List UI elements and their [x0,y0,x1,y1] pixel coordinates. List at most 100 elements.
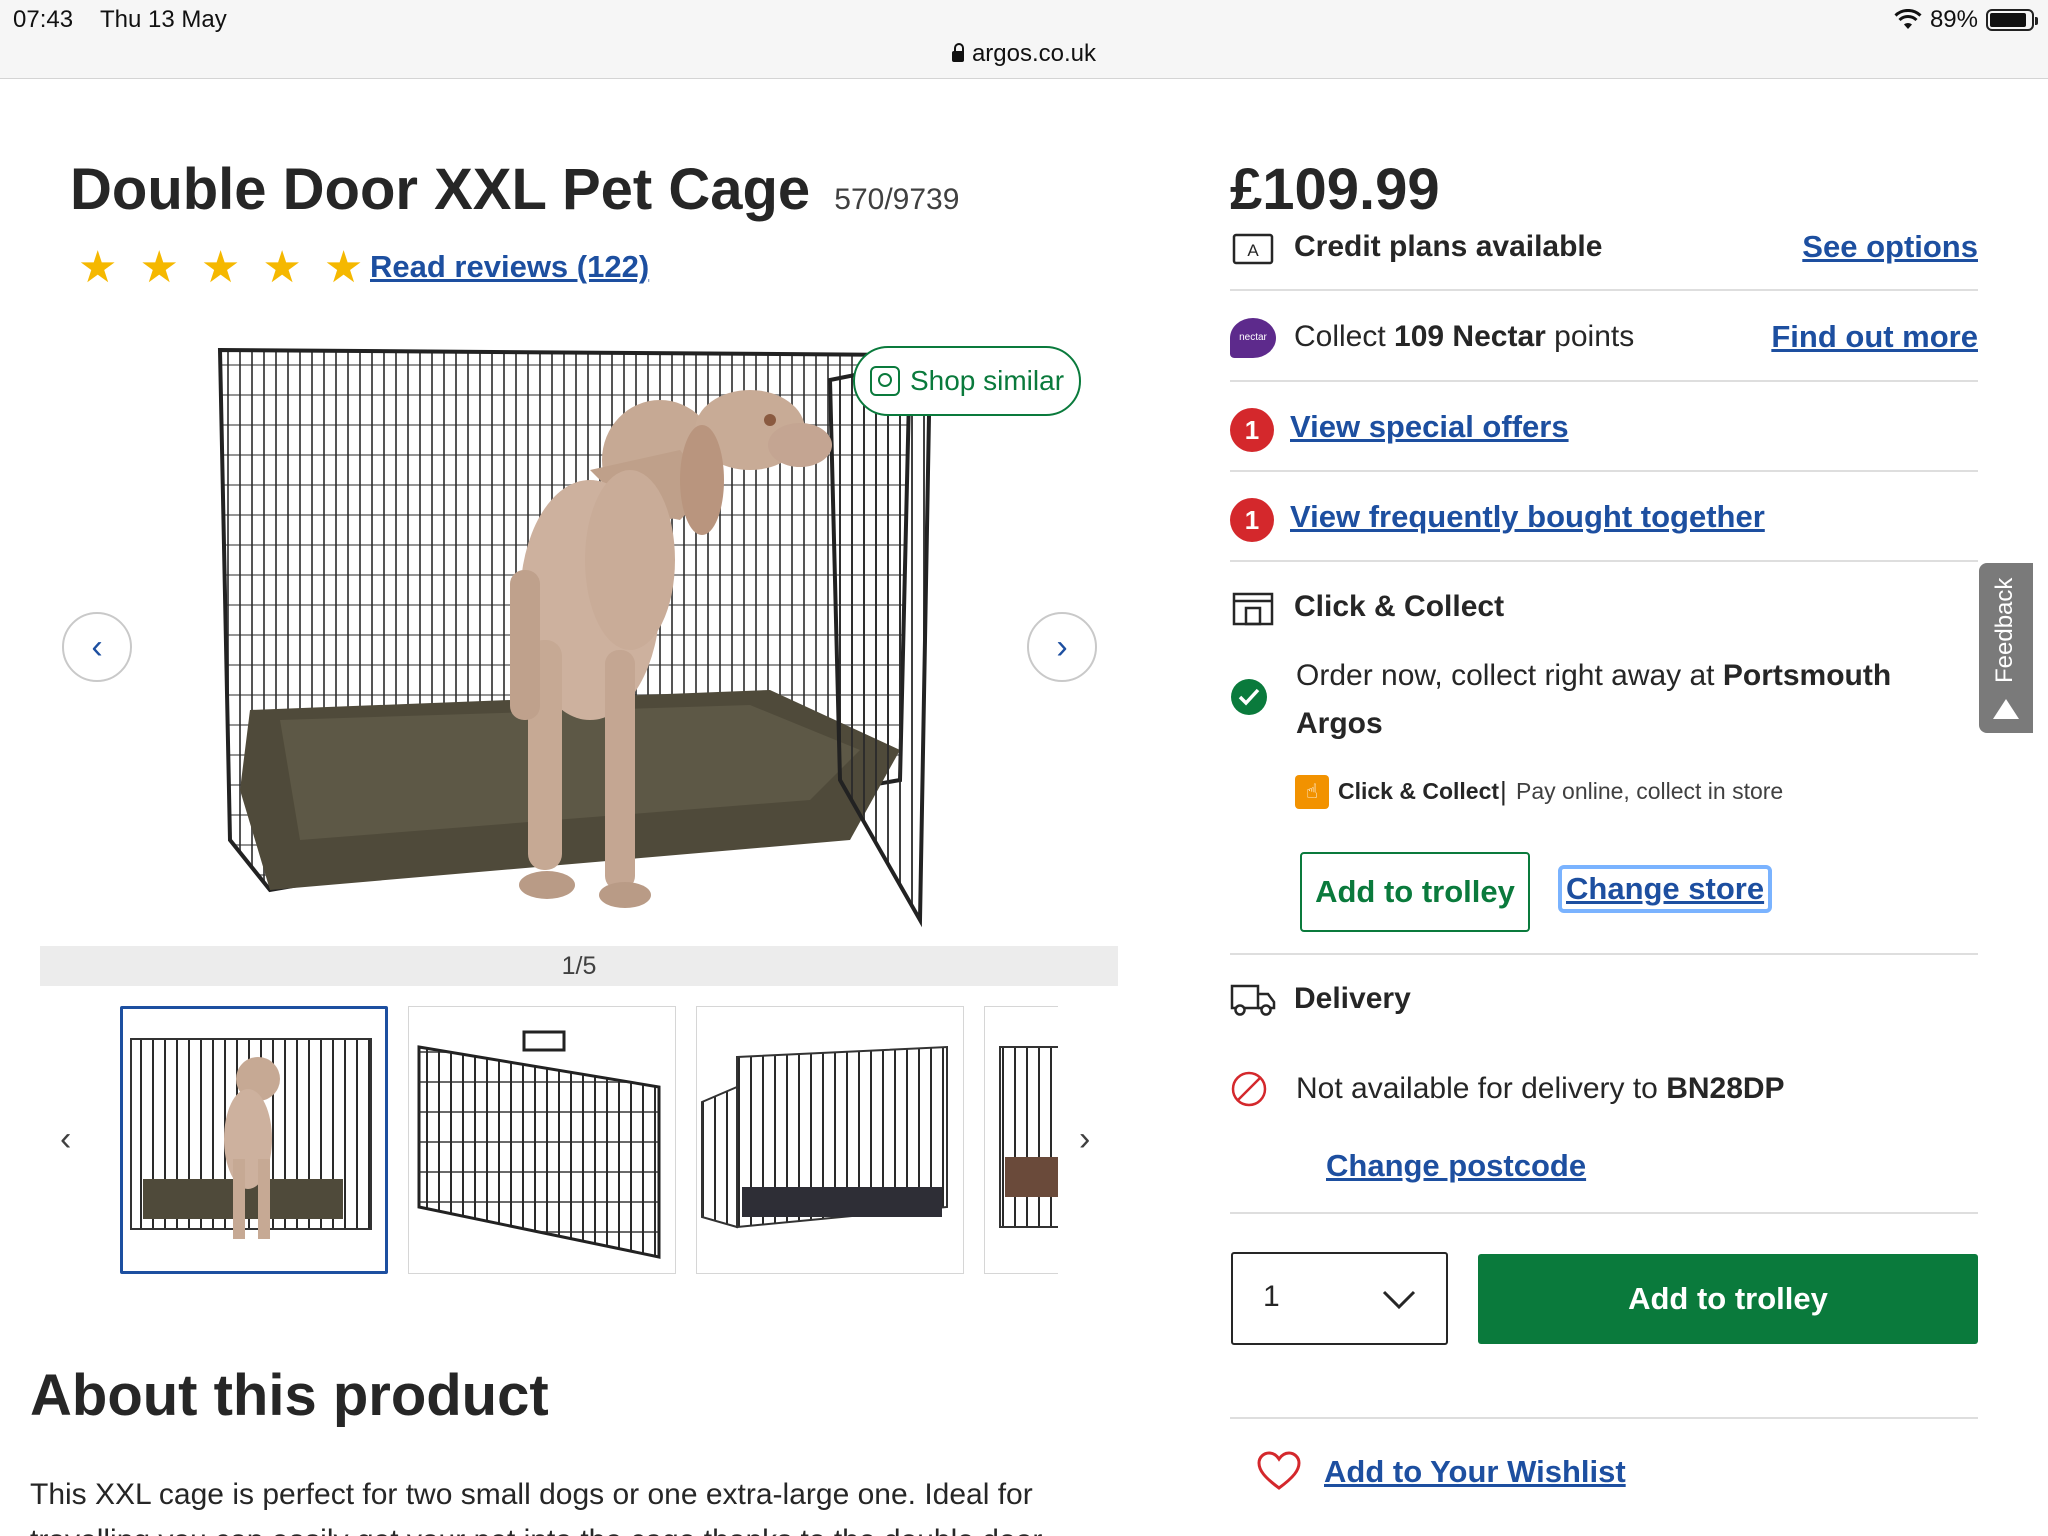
click-collect-header: Click & Collect [1230,588,1978,630]
fbt-count-badge: 1 [1230,498,1274,542]
see-options-link[interactable]: See options [1802,229,1978,265]
thumbnails-next-arrow[interactable]: › [1079,1120,1090,1159]
shop-similar-button[interactable]: Shop similar [853,346,1081,416]
divider [1230,953,1978,955]
change-postcode-link[interactable]: Change postcode [1326,1148,1586,1184]
status-time: 07:43 [13,6,74,33]
delivery-header: Delivery [1230,978,1978,1022]
about-heading: About this product [30,1363,549,1428]
delivery-postcode: BN28DP [1666,1072,1785,1105]
not-available-icon [1231,1071,1267,1107]
cc-label: Click & Collect [1338,778,1500,804]
check-circle-icon [1231,679,1267,715]
view-frequently-bought-together-link[interactable]: View frequently bought together [1290,499,1765,535]
find-out-more-link[interactable]: Find out more [1771,319,1978,355]
star-icon: ★ [323,243,364,292]
thumbnail-3[interactable] [696,1006,964,1274]
divider [1230,470,1978,472]
fbt-row: 1 View frequently bought together [1230,496,1978,542]
product-sku: 570/9739 [834,183,960,216]
offers-row: 1 View special offers [1230,406,1978,452]
battery-icon [1986,9,2038,31]
store-icon [1232,592,1274,626]
product-title: Double Door XXL Pet Cage 570/9739 [70,156,959,223]
product-description: This XXL cage is perfect for two small d… [30,1478,1042,1536]
status-date: Thu 13 May [100,6,227,33]
address-bar[interactable]: argos.co.uk [0,40,2048,68]
shop-similar-label: Shop similar [909,365,1065,396]
chevron-down-icon [1382,1290,1416,1310]
thumbnails-prev-arrow[interactable]: ‹ [60,1120,71,1159]
thumbnail-2[interactable] [408,1006,676,1274]
nectar-row: nectar Collect 109 Nectar points Find ou… [1230,318,1978,360]
divider [1230,1417,1978,1419]
divider [1230,380,1978,382]
star-icon: ★ [139,243,179,292]
credit-text: Credit plans available [1294,230,1603,263]
offers-count-badge: 1 [1230,408,1274,452]
divider [1230,289,1978,291]
arrow-up-icon [1993,699,2019,719]
nectar-logo-text: nectar [1239,332,1267,343]
feedback-label: Feedback [1991,577,2018,683]
collect-add-to-trolley-button[interactable]: Add to trolley [1300,852,1530,932]
lock-icon [951,43,964,62]
svg-text:A: A [1247,241,1259,260]
collect-text: Order now, collect right away at Portsmo… [1296,652,1936,748]
wishlist-row: Add to Your Wishlist [1230,1446,1978,1496]
delivery-text: Not available for delivery to BN28DP [1296,1072,1785,1106]
battery-percent: 89% [1929,6,1978,33]
nectar-suffix: points [1545,320,1635,353]
divider [1230,1212,1978,1214]
credit-row: A Credit plans available See options [1230,228,1978,268]
quantity-select[interactable]: 1 [1231,1252,1448,1345]
cc-info: ☝ Click & Collect | Pay online, collect … [1230,772,1978,812]
nectar-text: Collect 109 Nectar points [1294,320,1634,354]
cc-description: Pay online, collect in store [1516,778,1784,804]
star-icon: ★ [78,243,118,292]
nectar-prefix: Collect [1294,320,1395,353]
thumbnail-image [701,1045,948,1229]
divider [1230,560,1978,562]
rating-stars: ★ ★ ★ ★ ★ [78,246,363,290]
click-collect-heading: Click & Collect [1294,590,1505,623]
visual-search-icon [869,366,900,396]
chevron-right-icon: › [1056,627,1068,666]
delivery-van-icon [1230,984,1276,1016]
status-bar: 07:43 Thu 13 May 89% argos.co.uk [0,0,2048,79]
add-to-wishlist-link[interactable]: Add to Your Wishlist [1324,1454,1626,1490]
heart-icon[interactable] [1256,1450,1302,1492]
delivery-status: Not available for delivery to BN28DP [1230,1066,1978,1110]
image-counter: 1/5 [40,946,1118,986]
feedback-tab[interactable]: Feedback [1979,563,2033,733]
credit-card-icon: A [1232,233,1274,265]
product-price: £109.99 [1230,157,1440,222]
thumbnail-1[interactable] [120,1006,388,1274]
click-collect-icon: ☝ [1295,775,1329,809]
thumbnail-strip [120,1006,1058,1274]
wifi-icon [1894,9,1922,29]
star-icon: ★ [200,243,241,292]
nectar-points: 109 Nectar [1394,320,1546,353]
collect-availability: Order now, collect right away at Portsmo… [1230,652,1978,752]
thumbnail-image [999,1046,1058,1228]
collect-message: Order now, collect right away at [1296,659,1723,692]
status-indicators: 89% [1894,6,2038,34]
url-text: argos.co.uk [971,40,1097,67]
change-store-link[interactable]: Change store [1558,865,1773,913]
read-reviews-link[interactable]: Read reviews (122) [370,249,649,285]
cc-separator: | [1500,776,1507,806]
thumbnail-4[interactable] [984,1006,1058,1274]
add-to-trolley-button[interactable]: Add to trolley [1478,1254,1978,1344]
delivery-heading: Delivery [1294,982,1411,1015]
thumbnail-image [417,1030,661,1259]
nectar-logo: nectar [1230,318,1276,358]
quantity-value: 1 [1263,1280,1280,1313]
view-special-offers-link[interactable]: View special offers [1290,409,1569,445]
chevron-left-icon: ‹ [91,627,103,666]
delivery-message: Not available for delivery to [1296,1072,1667,1105]
thumbnail-image [130,1038,372,1239]
image-next-button[interactable]: › [1027,612,1097,682]
image-prev-button[interactable]: ‹ [62,612,132,682]
star-icon: ★ [262,243,302,292]
